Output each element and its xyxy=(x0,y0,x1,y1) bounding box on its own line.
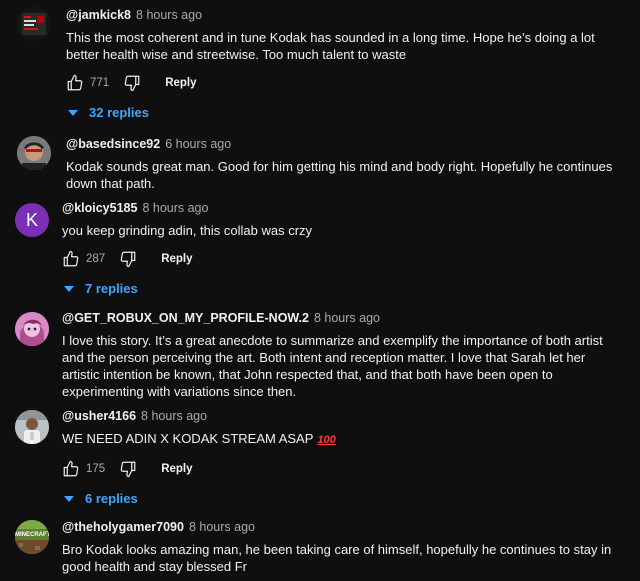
like-button[interactable]: 287 xyxy=(62,250,105,268)
comment-text: Kodak sounds great man. Good for him get… xyxy=(66,159,613,191)
reply-button[interactable]: Reply xyxy=(161,463,192,475)
caret-down-icon xyxy=(64,495,74,502)
comment-text: This the most coherent and in tune Kodak… xyxy=(66,30,595,62)
avatar[interactable]: K xyxy=(15,203,49,237)
thumbs-up-icon xyxy=(67,74,83,91)
comment-time[interactable]: 8 hours ago xyxy=(136,8,202,22)
thumbs-down-icon xyxy=(120,461,136,478)
replies-count: 6 replies xyxy=(85,491,138,506)
comments-section: @jamkick8 8 hours ago This the most coher… xyxy=(0,0,640,581)
caret-down-icon xyxy=(64,285,74,292)
comment-text-content: WE NEED ADIN X KODAK STREAM ASAP xyxy=(62,431,314,446)
comment-actions: 175 Reply xyxy=(62,457,626,481)
hundred-points-emoji: 100 xyxy=(317,434,336,446)
reply-button[interactable]: Reply xyxy=(161,253,192,265)
comment-author[interactable]: @kloicy5185 xyxy=(62,201,137,215)
comment-meta: @usher4166 8 hours ago xyxy=(62,408,626,424)
comment-time[interactable]: 8 hours ago xyxy=(141,409,207,423)
replies-count: 7 replies xyxy=(85,281,138,296)
comment-meta: @theholygamer7090 8 hours ago xyxy=(62,519,626,535)
avatar[interactable] xyxy=(15,312,49,346)
comment-actions: 287 Reply xyxy=(62,247,626,271)
comment-meta: @kloicy5185 8 hours ago xyxy=(62,200,626,216)
comment-time[interactable]: 8 hours ago xyxy=(314,311,380,325)
thumbs-down-icon xyxy=(124,75,140,92)
replies-count: 32 replies xyxy=(89,105,149,120)
comment-text: WE NEED ADIN X KODAK STREAM ASAP 100 xyxy=(62,430,626,449)
comment-actions: 771 Reply xyxy=(66,71,626,95)
comment-text: you keep grinding adin, this collab was … xyxy=(62,223,313,238)
view-replies-button[interactable]: 6 replies xyxy=(62,491,626,506)
comment-author[interactable]: @GET_ROBUX_ON_MY_PROFILE-NOW.2 xyxy=(62,311,309,325)
comment-meta: @basedsince92 6 hours ago xyxy=(66,136,626,152)
like-button[interactable]: 175 xyxy=(62,460,105,478)
comment-time[interactable]: 8 hours ago xyxy=(189,520,255,534)
view-replies-button[interactable]: 32 replies xyxy=(66,105,626,120)
comment-meta: @GET_ROBUX_ON_MY_PROFILE-NOW.2 8 hours ag… xyxy=(62,310,626,326)
thumbs-down-icon xyxy=(120,251,136,268)
dislike-button[interactable] xyxy=(119,250,137,268)
comment-author[interactable]: @basedsince92 xyxy=(66,137,160,151)
view-replies-button[interactable]: 7 replies xyxy=(62,281,626,296)
avatar[interactable]: MINECRAFT xyxy=(15,520,49,554)
avatar[interactable] xyxy=(17,136,51,170)
comment-time[interactable]: 8 hours ago xyxy=(142,201,208,215)
comment-author[interactable]: @jamkick8 xyxy=(66,8,131,22)
thumbs-up-icon xyxy=(63,460,79,477)
dislike-button[interactable] xyxy=(119,460,137,478)
comment-meta: @jamkick8 8 hours ago xyxy=(66,7,626,23)
avatar-letter: K xyxy=(25,209,38,230)
like-count: 175 xyxy=(86,463,106,475)
avatar[interactable] xyxy=(15,410,49,444)
comment-author[interactable]: @usher4166 xyxy=(62,409,136,423)
like-count: 771 xyxy=(90,77,110,89)
caret-down-icon xyxy=(68,109,78,116)
dislike-button[interactable] xyxy=(123,74,141,92)
minecraft-logo-text: MINECRAFT xyxy=(15,532,49,538)
avatar[interactable] xyxy=(17,7,51,41)
comment-author[interactable]: @theholygamer7090 xyxy=(62,520,184,534)
comment-text: Bro Kodak looks amazing man, he been tak… xyxy=(62,542,612,574)
like-button[interactable]: 771 xyxy=(66,74,109,92)
comment-text: I love this story. It’s a great anecdote… xyxy=(62,333,603,399)
thumbs-up-icon xyxy=(63,250,79,267)
comment-time[interactable]: 6 hours ago xyxy=(165,137,231,151)
reply-button[interactable]: Reply xyxy=(165,77,196,89)
like-count: 287 xyxy=(86,253,106,265)
